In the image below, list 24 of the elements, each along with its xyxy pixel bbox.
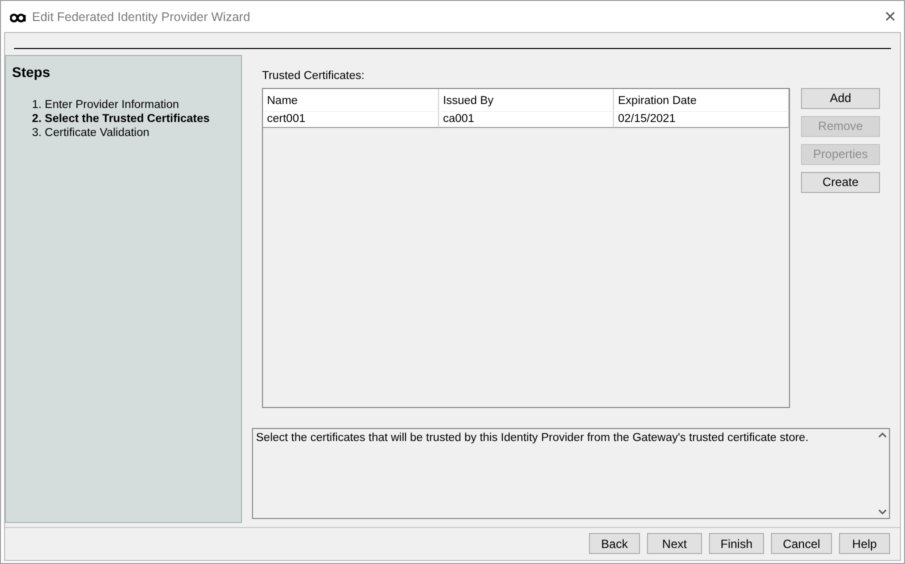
step-item: 2. Select the Trusted Certificates: [31, 112, 211, 126]
dialog-button[interactable]: Add: [801, 88, 880, 109]
table-cell: cert001: [263, 110, 439, 128]
table-label: Trusted Certificates:: [262, 70, 366, 82]
step-item: 3. Certificate Validation: [31, 126, 150, 140]
dialog-button[interactable]: Help: [839, 533, 890, 554]
column-header[interactable]: Issued By: [439, 88, 614, 111]
close-icon[interactable]: ×: [884, 6, 896, 26]
scroll-down-icon[interactable]: [878, 508, 886, 515]
dialog-button[interactable]: Back: [589, 533, 640, 554]
window-title: Edit Federated Identity Provider Wizard: [32, 10, 252, 24]
dialog-button[interactable]: Create: [801, 172, 880, 193]
column-header[interactable]: Name: [263, 88, 439, 111]
description-text: Select the certificates that will be trusted by this Identity Provider from the Gateway's trusted certificate store.: [255, 430, 810, 446]
dialog-button[interactable]: Next: [647, 533, 702, 554]
table-cell: 02/15/2021: [614, 110, 789, 128]
logo-icon: [10, 10, 26, 22]
steps-heading: Steps: [12, 64, 52, 80]
dialog-button[interactable]: Finish: [709, 533, 764, 554]
table-cell: ca001: [439, 110, 614, 128]
scroll-up-icon[interactable]: [878, 432, 886, 438]
column-header[interactable]: Expiration Date: [614, 88, 789, 111]
dialog-button[interactable]: Cancel: [771, 533, 832, 554]
step-item: 1. Enter Provider Information: [31, 98, 180, 112]
